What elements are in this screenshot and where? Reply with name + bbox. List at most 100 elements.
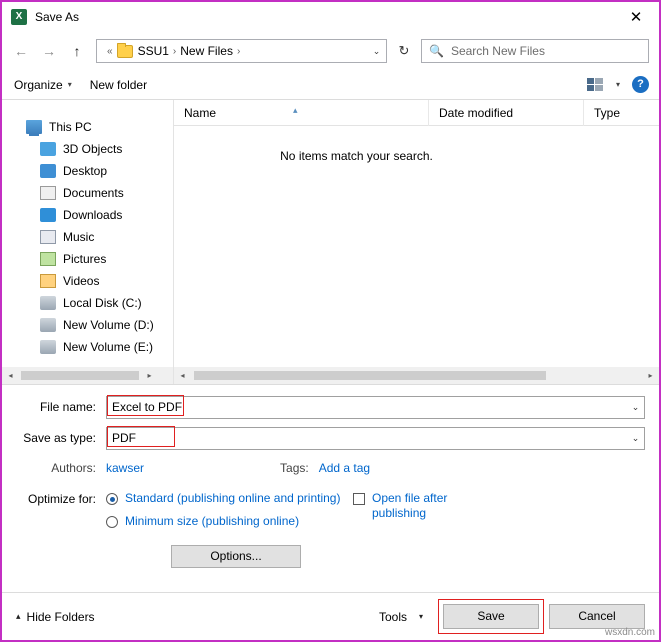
open-after-publishing-checkbox[interactable] (353, 493, 365, 505)
sidebar-item-pictures[interactable]: Pictures (2, 248, 173, 270)
breadcrumb-separator-icon-2[interactable]: › (237, 46, 240, 57)
search-placeholder: Search New Files (450, 44, 545, 58)
chevron-down-icon-tools[interactable]: ▾ (413, 606, 429, 628)
help-icon[interactable]: ? (632, 76, 649, 93)
sidebar-item-label: 3D Objects (63, 142, 123, 156)
open-after-publishing-checkbox-row[interactable]: Open file after publishing (353, 491, 493, 531)
radio-standard[interactable]: Standard (publishing online and printing… (106, 491, 341, 506)
sidebar-item-label: New Volume (D:) (63, 318, 154, 332)
command-toolbar: Organize ▾ New folder ▾ ? (2, 70, 659, 100)
column-header-row: Name ▴ Date modified Type (174, 99, 659, 126)
content-area: This PC 3D Objects Desktop Documents Dow… (2, 99, 659, 385)
add-a-tag-link[interactable]: Add a tag (319, 461, 370, 475)
tools-label: Tools (378, 609, 407, 624)
column-header-date-modified[interactable]: Date modified (429, 99, 584, 126)
navigation-bar: ← → ↑ « SSU1 › New Files › ⌄ ↻ 🔍 Search … (2, 32, 659, 70)
breadcrumb-segment-0[interactable]: SSU1 (138, 44, 169, 58)
view-layout-icon[interactable] (586, 78, 604, 91)
desktop-icon (40, 164, 56, 178)
sidebar-item-label: Documents (63, 186, 124, 200)
save-as-type-select[interactable]: PDF ⌄ (106, 425, 645, 450)
folder-icon (40, 142, 56, 156)
save-as-dialog: X Save As ✕ ← → ↑ « SSU1 › New Files › ⌄… (0, 0, 661, 642)
column-header-type[interactable]: Type (584, 100, 654, 126)
optimize-radio-group: Standard (publishing online and printing… (106, 491, 341, 531)
save-button-wrapper: Save (438, 599, 544, 634)
close-icon[interactable]: ✕ (613, 2, 659, 31)
organize-label: Organize (14, 77, 63, 92)
hide-folders-button[interactable]: ▴ Hide Folders (16, 610, 95, 624)
sidebar-item-desktop[interactable]: Desktop (2, 160, 173, 182)
scroll-right-icon[interactable]: ▸ (141, 371, 158, 380)
file-name-label: File name: (39, 400, 96, 414)
back-button[interactable]: ← (8, 38, 34, 64)
sidebar-item-local-disk-c[interactable]: Local Disk (C:) (2, 292, 173, 314)
column-header-name[interactable]: Name ▴ (174, 99, 429, 126)
new-folder-button[interactable]: New folder (90, 78, 147, 92)
disk-icon (40, 340, 56, 354)
radio-minimum-label: Minimum size (publishing online) (125, 514, 300, 528)
sidebar-item-label: This PC (49, 120, 92, 134)
scrollbar-thumb[interactable] (21, 371, 139, 380)
refresh-icon[interactable]: ↻ (393, 40, 415, 62)
file-name-input[interactable]: Excel to PDF ⌄ (106, 394, 645, 419)
scroll-right-icon[interactable]: ▸ (642, 371, 659, 380)
folder-icon (116, 42, 133, 58)
sidebar-item-new-volume-d[interactable]: New Volume (D:) (2, 314, 173, 336)
sidebar-item-label: Local Disk (C:) (63, 296, 142, 310)
up-button[interactable]: ↑ (64, 38, 90, 64)
sidebar-item-downloads[interactable]: Downloads (2, 204, 173, 226)
options-button[interactable]: Options... (171, 545, 301, 568)
breadcrumb-segment-1[interactable]: New Files (180, 44, 233, 58)
authors-label: Authors: (51, 461, 96, 475)
videos-icon (40, 274, 56, 288)
hide-folders-label: Hide Folders (26, 609, 95, 624)
sidebar-item-3d-objects[interactable]: 3D Objects (2, 138, 173, 160)
title-bar: X Save As ✕ (2, 2, 659, 32)
sidebar-item-label: Desktop (63, 164, 108, 178)
window-title: Save As (35, 9, 80, 24)
sidebar-item-videos[interactable]: Videos (2, 270, 173, 292)
radio-standard-indicator[interactable] (106, 493, 118, 505)
optimize-section: Optimize for: Standard (publishing onlin… (16, 491, 645, 531)
cancel-button[interactable]: Cancel (549, 604, 645, 629)
sidebar-item-music[interactable]: Music (2, 226, 173, 248)
chevron-down-icon-filetype[interactable]: ⌄ (627, 433, 644, 444)
dialog-footer: ▴ Hide Folders Tools ▾ Save Cancel (2, 592, 659, 640)
empty-list-message: No items match your search. (280, 149, 433, 163)
address-dropdown-icon[interactable]: ⌄ (366, 40, 386, 62)
file-list-horizontal-scrollbar[interactable]: ◂ ▸ (174, 367, 659, 384)
navigation-pane: This PC 3D Objects Desktop Documents Dow… (2, 100, 174, 384)
radio-minimum-indicator[interactable] (106, 516, 118, 528)
authors-value[interactable]: kawser (106, 461, 144, 475)
save-button[interactable]: Save (443, 604, 539, 629)
scroll-left-icon[interactable]: ◂ (2, 371, 19, 380)
documents-icon (40, 186, 56, 200)
file-name-value: Excel to PDF (112, 400, 183, 414)
toolbar-right-group: ▾ ? (586, 76, 649, 93)
address-bar[interactable]: « SSU1 › New Files › ⌄ (96, 39, 387, 63)
chevron-down-icon-view[interactable]: ▾ (616, 80, 620, 89)
search-input[interactable]: 🔍 Search New Files (421, 39, 649, 63)
scroll-left-icon[interactable]: ◂ (174, 371, 191, 380)
radio-standard-label: Standard (publishing online and printing… (125, 491, 341, 505)
save-form: File name: Excel to PDF ⌄ Save as type: … (2, 385, 659, 568)
tools-button[interactable]: Tools ▾ (379, 606, 429, 628)
radio-minimum-size[interactable]: Minimum size (publishing online) (106, 514, 341, 529)
sidebar-item-documents[interactable]: Documents (2, 182, 173, 204)
sort-ascending-icon: ▴ (293, 104, 298, 115)
forward-button[interactable]: → (36, 38, 62, 64)
sidebar-horizontal-scrollbar[interactable]: ◂ ▸ (2, 367, 173, 384)
breadcrumb-separator-icon[interactable]: › (173, 46, 176, 57)
breadcrumb-overflow-icon[interactable]: « (107, 46, 113, 57)
organize-button[interactable]: Organize ▾ (14, 78, 72, 92)
sidebar-item-label: Pictures (63, 252, 107, 266)
file-list-pane: Name ▴ Date modified Type No items match… (174, 99, 659, 384)
new-folder-label: New folder (89, 77, 148, 92)
save-as-type-value: PDF (112, 431, 136, 445)
scrollbar-thumb[interactable] (194, 371, 546, 380)
sidebar-item-new-volume-e[interactable]: New Volume (E:) (2, 336, 173, 358)
music-icon (40, 230, 56, 244)
sidebar-item-this-pc[interactable]: This PC (2, 116, 173, 138)
chevron-down-icon-filename[interactable]: ⌄ (627, 402, 644, 413)
